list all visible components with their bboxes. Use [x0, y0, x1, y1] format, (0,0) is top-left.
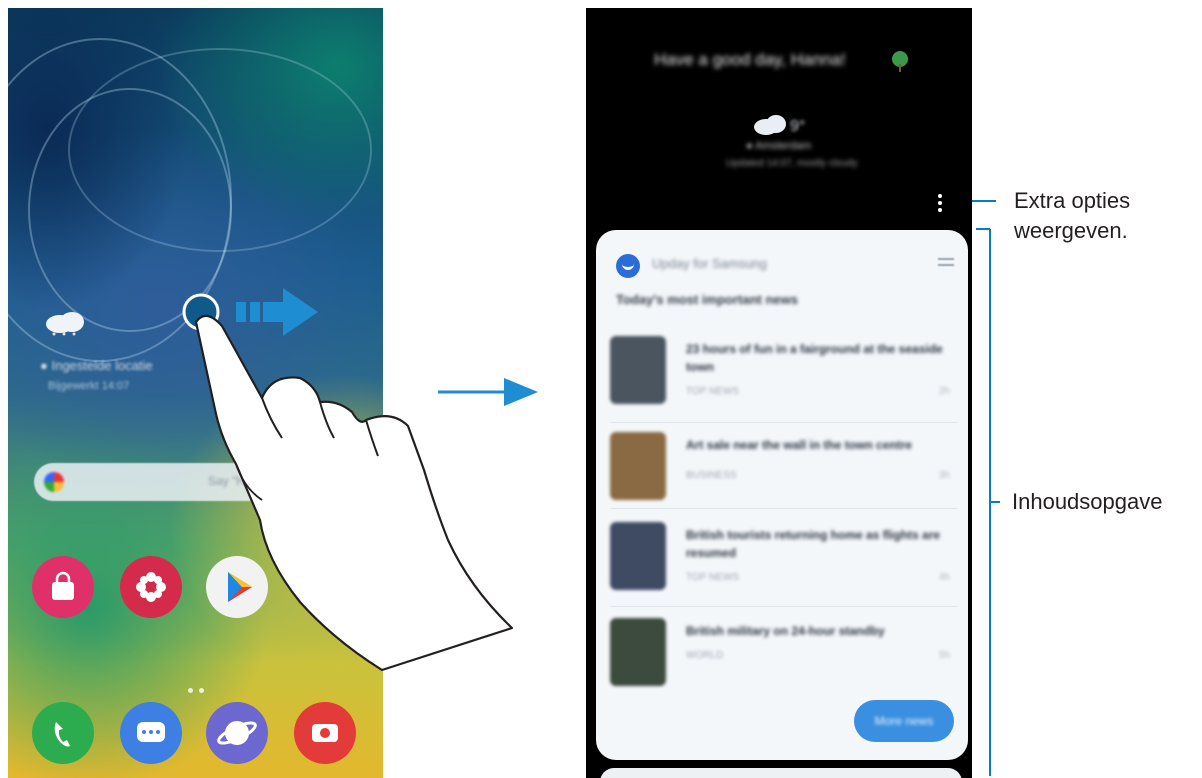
annotation-content: Inhoudsopgave — [1012, 489, 1163, 514]
news-item[interactable]: British tourists returning home as fligh… — [610, 522, 958, 612]
internet-icon — [217, 721, 257, 745]
news-time: 2h — [938, 386, 950, 397]
search-hint: Say "Hey Google" — [208, 474, 304, 488]
app-galaxy-icon[interactable] — [120, 556, 182, 618]
content-card[interactable]: Upday for Samsung Today's most important… — [596, 230, 968, 760]
news-meta: TOP NEWS — [686, 386, 739, 397]
messages-icon — [137, 722, 165, 742]
home-screen: ● Ingestelde locatie Bijgewerkt 14:07 Sa… — [8, 8, 383, 778]
play-store-icon — [228, 572, 252, 602]
weather-cloud-icon: 9° — [754, 115, 805, 135]
camera-icon — [312, 724, 338, 742]
page-indicator — [188, 680, 210, 698]
more-news-button[interactable]: More news — [854, 700, 954, 742]
weather-location[interactable]: ● Ingestelde locatie — [40, 358, 153, 373]
app-messages-icon[interactable] — [120, 702, 182, 764]
annotation-extra-options: Extra opties weergeven. — [1014, 188, 1131, 243]
weather-updated: Bijgewerkt 14:07 — [48, 380, 130, 392]
google-search-bar[interactable]: Say "Hey Google" — [34, 463, 354, 501]
news-meta: TOP NEWS — [686, 572, 739, 583]
weather-cloud-icon — [46, 312, 84, 336]
discover-screen: Have a good day, Hanna! 9° ● Amsterdam U… — [586, 8, 972, 778]
card-subtitle: Today's most important news — [616, 292, 798, 307]
app-phone-icon[interactable] — [32, 702, 94, 764]
next-card-edge — [600, 768, 962, 778]
location-pin-icon: ● — [40, 358, 48, 373]
app-camera-icon[interactable] — [294, 702, 356, 764]
news-meta: BUSINESS — [686, 470, 737, 481]
store-icon — [52, 571, 74, 600]
greeting-text: Have a good day, Hanna! — [654, 50, 846, 69]
divider — [610, 508, 958, 509]
upday-logo-icon — [616, 254, 640, 278]
app-internet-icon[interactable] — [206, 702, 268, 764]
wallpaper-swirl — [68, 48, 372, 252]
svg-text:9°: 9° — [790, 118, 805, 135]
weather-location-text: ● Amsterdam — [746, 140, 812, 152]
news-title: British tourists returning home as fligh… — [686, 528, 941, 560]
transition-arrow-icon — [438, 378, 538, 406]
news-thumbnail — [610, 432, 666, 500]
weather-detail-text: Updated 14:07, mostly cloudy — [726, 158, 858, 169]
news-item[interactable]: British military on 24-hour standby WORL… — [610, 618, 958, 708]
news-title: Art sale near the wall in the town centr… — [686, 438, 913, 452]
divider — [610, 422, 958, 423]
card-source: Upday for Samsung — [652, 256, 767, 271]
divider — [610, 606, 958, 607]
app-play-store-icon[interactable] — [206, 556, 268, 618]
news-thumbnail — [610, 522, 666, 590]
app-store-icon[interactable] — [32, 556, 94, 618]
news-thumbnail — [610, 618, 666, 686]
google-icon — [44, 472, 64, 492]
news-meta: WORLD — [686, 650, 724, 661]
flower-icon — [136, 572, 166, 602]
news-thumbnail — [610, 336, 666, 404]
news-time: 3h — [938, 470, 950, 481]
news-item[interactable]: 23 hours of fun in a fairground at the s… — [610, 336, 958, 426]
tree-icon — [892, 51, 908, 72]
news-time: 4h — [938, 572, 950, 583]
card-menu-icon[interactable] — [938, 258, 954, 270]
more-options-icon[interactable] — [938, 194, 942, 215]
news-time: 5h — [938, 650, 950, 661]
news-title: British military on 24-hour standby — [686, 624, 885, 638]
news-title: 23 hours of fun in a fairground at the s… — [686, 342, 943, 374]
phone-icon — [54, 722, 70, 747]
